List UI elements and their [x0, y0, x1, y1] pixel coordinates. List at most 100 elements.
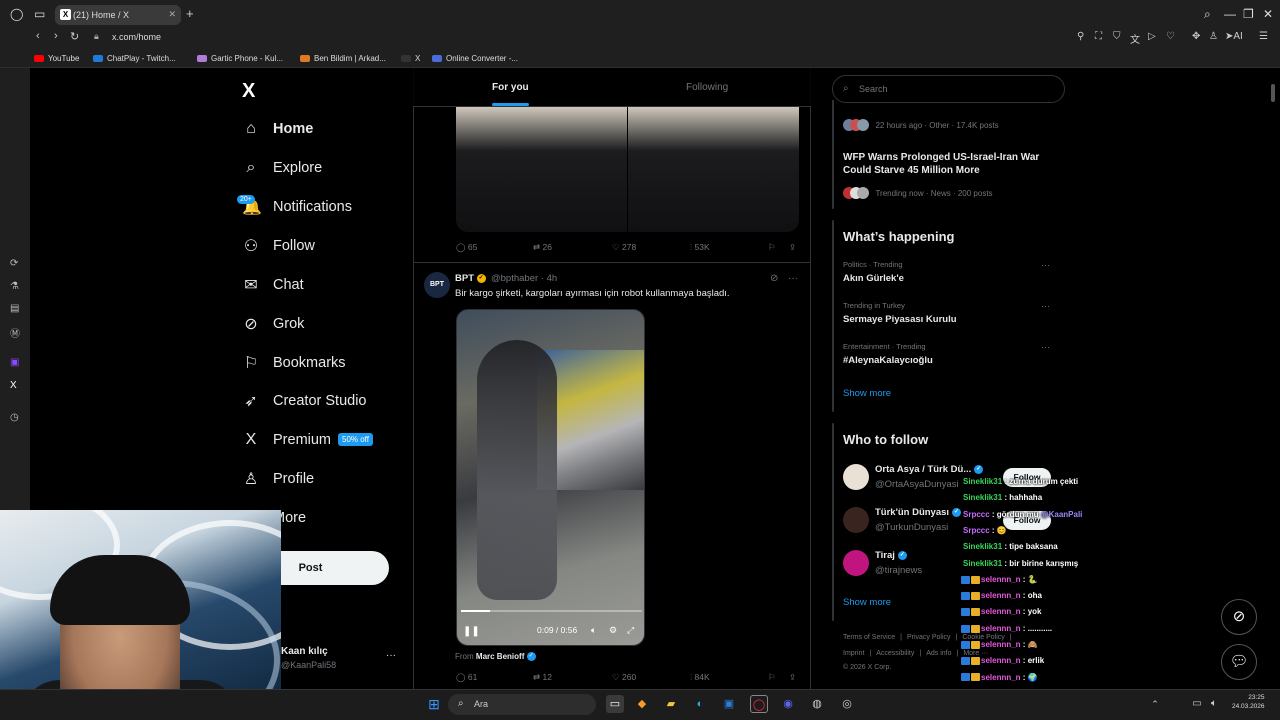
profile-icon[interactable]: ♙: [1209, 31, 1218, 42]
nav-item-grok[interactable]: ⊘ Grok: [242, 312, 304, 336]
bookmark-item[interactable]: Gartic Phone - Kul...: [197, 54, 283, 63]
nav-item-chat[interactable]: ✉ Chat: [242, 273, 303, 297]
settings-icon[interactable]: ⚙: [609, 625, 617, 636]
avatar[interactable]: [843, 550, 869, 576]
close-window-icon[interactable]: ✕: [1263, 7, 1273, 21]
shield-icon[interactable]: ⛉: [1113, 31, 1121, 42]
tab-close-icon[interactable]: ✕: [168, 9, 176, 20]
trend-more-icon[interactable]: ···: [1041, 342, 1050, 352]
bookmark-item[interactable]: Ben Bildim | Arkad...: [300, 54, 386, 63]
opera-logo-icon[interactable]: ◯: [10, 7, 23, 21]
suggestion-name[interactable]: Türk'ün Dünyası ✓: [875, 507, 962, 518]
mute-icon[interactable]: 🔈︎: [591, 625, 596, 636]
workspaces-icon[interactable]: ▤: [10, 303, 19, 314]
reply-button[interactable]: ◯ 61: [456, 672, 477, 683]
obs-icon[interactable]: ◎: [838, 695, 856, 713]
windows-start-icon[interactable]: ⊞: [425, 695, 443, 713]
store-icon[interactable]: ▣: [720, 695, 738, 713]
nav-item-premium[interactable]: X Premium: [242, 428, 331, 452]
tab-islands-icon[interactable]: ▭: [34, 7, 45, 21]
suggestion-name[interactable]: Orta Asya / Türk Dü... ✓: [875, 464, 984, 475]
trend-title[interactable]: Sermaye Piyasası Kurulu: [843, 314, 957, 325]
menu-icon[interactable]: ☰: [1259, 31, 1268, 42]
footer-link[interactable]: Privacy Policy: [907, 634, 951, 641]
trend-more-icon[interactable]: ···: [1041, 260, 1050, 270]
browser-tab-active[interactable]: X (21) Home / X ✕: [55, 5, 181, 25]
ai-icon[interactable]: ➤AI: [1225, 31, 1243, 42]
bookmark-item[interactable]: Online Converter -...: [432, 54, 518, 63]
repost-button[interactable]: ⇄ 12: [533, 672, 552, 683]
extensions-icon[interactable]: ✥: [1192, 31, 1200, 42]
post-handle[interactable]: @bpthaber · 4h: [491, 273, 557, 284]
trend-headline[interactable]: WFP Warns Prolonged US-Israel-Iran War C…: [843, 151, 1053, 177]
reload-icon[interactable]: ↻: [70, 30, 79, 43]
trend-title[interactable]: #AleynaKalaycıoğlu: [843, 355, 933, 366]
nav-item-home[interactable]: ⌂ Home: [242, 117, 313, 141]
grok-fab-icon[interactable]: ⊘: [1221, 599, 1257, 635]
like-button[interactable]: ♡ 278: [612, 242, 636, 253]
search-tabs-icon[interactable]: ⌕: [1204, 7, 1211, 22]
nav-item-bookmarks[interactable]: ⚐ Bookmarks: [242, 351, 346, 375]
grok-icon[interactable]: ⊘: [770, 273, 778, 284]
snapshot-icon[interactable]: ⛶: [1095, 31, 1102, 42]
post-image-1[interactable]: [456, 107, 627, 232]
post-video[interactable]: ❚❚ 0:09 / 0:56 🔈︎ ⚙ ⤢: [456, 309, 645, 646]
trend-more-icon[interactable]: ···: [1041, 301, 1050, 311]
footer-link[interactable]: Accessibility: [876, 650, 914, 657]
avatar[interactable]: [843, 507, 869, 533]
nav-item-profile[interactable]: ♙ Profile: [242, 467, 314, 491]
twitch-icon[interactable]: ▣: [10, 357, 19, 368]
avatar[interactable]: [843, 464, 869, 490]
like-button[interactable]: ♡ 260: [612, 672, 636, 683]
video-progress-bar[interactable]: [461, 610, 642, 612]
avatar[interactable]: BPT: [424, 272, 450, 298]
share-icon[interactable]: ⇪: [789, 672, 796, 683]
file-explorer-icon[interactable]: ▰: [662, 695, 680, 713]
nav-item-follow[interactable]: ⚇ Follow: [242, 234, 315, 258]
opera-icon[interactable]: ◯: [750, 695, 768, 713]
scrollbar-thumb[interactable]: [1271, 84, 1275, 102]
show-more-link[interactable]: Show more: [843, 597, 891, 608]
history-icon[interactable]: ⟳: [10, 258, 18, 269]
views-button[interactable]: ⫶ 53K: [690, 242, 710, 253]
edge-icon[interactable]: ◐: [691, 695, 709, 713]
discord-icon[interactable]: ◉: [779, 695, 797, 713]
search-input[interactable]: ⌕ Search: [832, 75, 1065, 103]
url-field[interactable]: x.com/home: [112, 32, 161, 42]
back-icon[interactable]: ‹: [36, 30, 40, 42]
pin-icon[interactable]: ⚲: [1077, 31, 1084, 42]
bookmark-icon[interactable]: ⚐: [768, 242, 776, 253]
repost-button[interactable]: ⇄ 26: [533, 242, 552, 253]
video-source[interactable]: From Marc Benioff ✓: [455, 652, 536, 662]
pause-icon[interactable]: ❚❚: [463, 626, 480, 637]
volume-icon[interactable]: 🔈︎: [1205, 695, 1223, 713]
profile-more-icon[interactable]: ···: [386, 650, 396, 661]
maximize-icon[interactable]: ❐: [1243, 7, 1254, 21]
taskbar-clock[interactable]: 23:25 24.03.2026: [1232, 693, 1265, 711]
reply-button[interactable]: ◯ 65: [456, 242, 477, 253]
tab-for-you[interactable]: For you: [492, 82, 529, 93]
taskbar-search[interactable]: ⌕ Ara: [448, 694, 596, 715]
tab-following[interactable]: Following: [686, 82, 728, 93]
clock-icon[interactable]: ◷: [10, 412, 19, 423]
player-icon[interactable]: ▷: [1148, 31, 1156, 42]
nav-item-creator-studio[interactable]: ➶ Creator Studio: [242, 389, 366, 413]
fullscreen-icon[interactable]: ⤢: [627, 625, 634, 636]
network-icon[interactable]: ▭: [1188, 695, 1206, 713]
show-more-link[interactable]: Show more: [843, 388, 891, 399]
nav-item-notifications[interactable]: 🔔 Notifications: [242, 195, 352, 219]
translate-icon[interactable]: 文: [1130, 31, 1140, 46]
footer-link[interactable]: Ads info: [926, 650, 951, 657]
lock-icon[interactable]: 🔒︎: [94, 31, 99, 42]
post-more-icon[interactable]: ···: [788, 273, 798, 284]
footer-link[interactable]: Terms of Service: [843, 634, 895, 641]
minimize-icon[interactable]: —: [1224, 7, 1236, 21]
nav-item-explore[interactable]: ⌕ Explore: [242, 156, 323, 180]
copilot-icon[interactable]: ◆: [633, 695, 651, 713]
trend-top[interactable]: 22 hours ago · Other · 17.4K posts: [843, 115, 999, 133]
task-view-icon[interactable]: ▭: [606, 695, 624, 713]
trend-title[interactable]: Akın Gürlek'e: [843, 273, 904, 284]
post-author[interactable]: BPT ✓: [455, 273, 486, 284]
messages-fab-icon[interactable]: 💬︎: [1221, 644, 1257, 680]
bookmark-item[interactable]: X: [401, 54, 420, 63]
